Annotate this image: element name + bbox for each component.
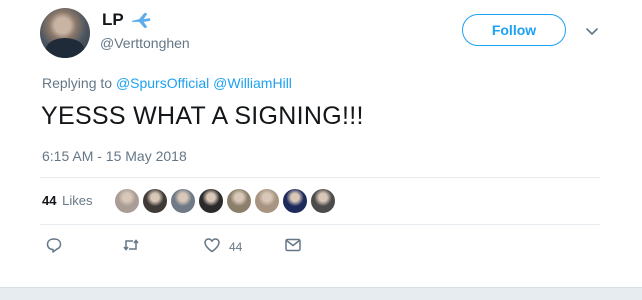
liker-avatars xyxy=(114,188,336,214)
retweet-button[interactable] xyxy=(122,236,140,257)
like-count: 44 xyxy=(229,239,243,254)
author-name[interactable]: LP xyxy=(102,10,124,30)
tweet-text: YESSS WHAT A SIGNING!!! xyxy=(41,102,364,130)
avatar[interactable] xyxy=(40,8,90,58)
replying-to-line: Replying to @SpursOfficial @WilliamHill xyxy=(42,75,292,91)
like-button[interactable]: 44 xyxy=(203,236,242,257)
reply-button[interactable] xyxy=(45,236,63,257)
liker-avatar[interactable] xyxy=(170,188,196,214)
author-handle[interactable]: @Verttonghen xyxy=(100,35,190,51)
tweet-card: LP @Verttonghen Follow Replying to @Spur… xyxy=(0,0,642,300)
envelope-icon xyxy=(284,236,302,257)
chevron-down-icon[interactable] xyxy=(585,24,599,35)
retweet-icon xyxy=(122,236,140,257)
follow-button[interactable]: Follow xyxy=(462,14,566,46)
likes-label: Likes xyxy=(62,193,93,208)
liker-avatar[interactable] xyxy=(226,188,252,214)
liker-avatar[interactable] xyxy=(198,188,224,214)
reply-icon xyxy=(45,236,63,257)
liker-avatar[interactable] xyxy=(114,188,140,214)
tweet-actions: 44 xyxy=(0,236,642,260)
direct-message-button[interactable] xyxy=(284,236,302,257)
airplane-icon xyxy=(130,10,152,30)
liker-avatar[interactable] xyxy=(310,188,336,214)
likes-stat[interactable]: 44 Likes xyxy=(42,193,92,208)
heart-icon xyxy=(203,236,221,257)
likes-count: 44 xyxy=(42,193,57,208)
divider xyxy=(40,177,600,178)
liker-avatar[interactable] xyxy=(282,188,308,214)
timeline-separator xyxy=(0,287,642,300)
liker-avatar[interactable] xyxy=(142,188,168,214)
liker-avatar[interactable] xyxy=(254,188,280,214)
mention-link[interactable]: @WilliamHill xyxy=(213,75,292,91)
divider xyxy=(40,224,600,225)
mention-link[interactable]: @SpursOfficial xyxy=(116,75,209,91)
replying-to-label: Replying to xyxy=(42,75,113,91)
author-name-row: LP xyxy=(102,10,152,30)
tweet-timestamp[interactable]: 6:15 AM - 15 May 2018 xyxy=(42,148,187,164)
